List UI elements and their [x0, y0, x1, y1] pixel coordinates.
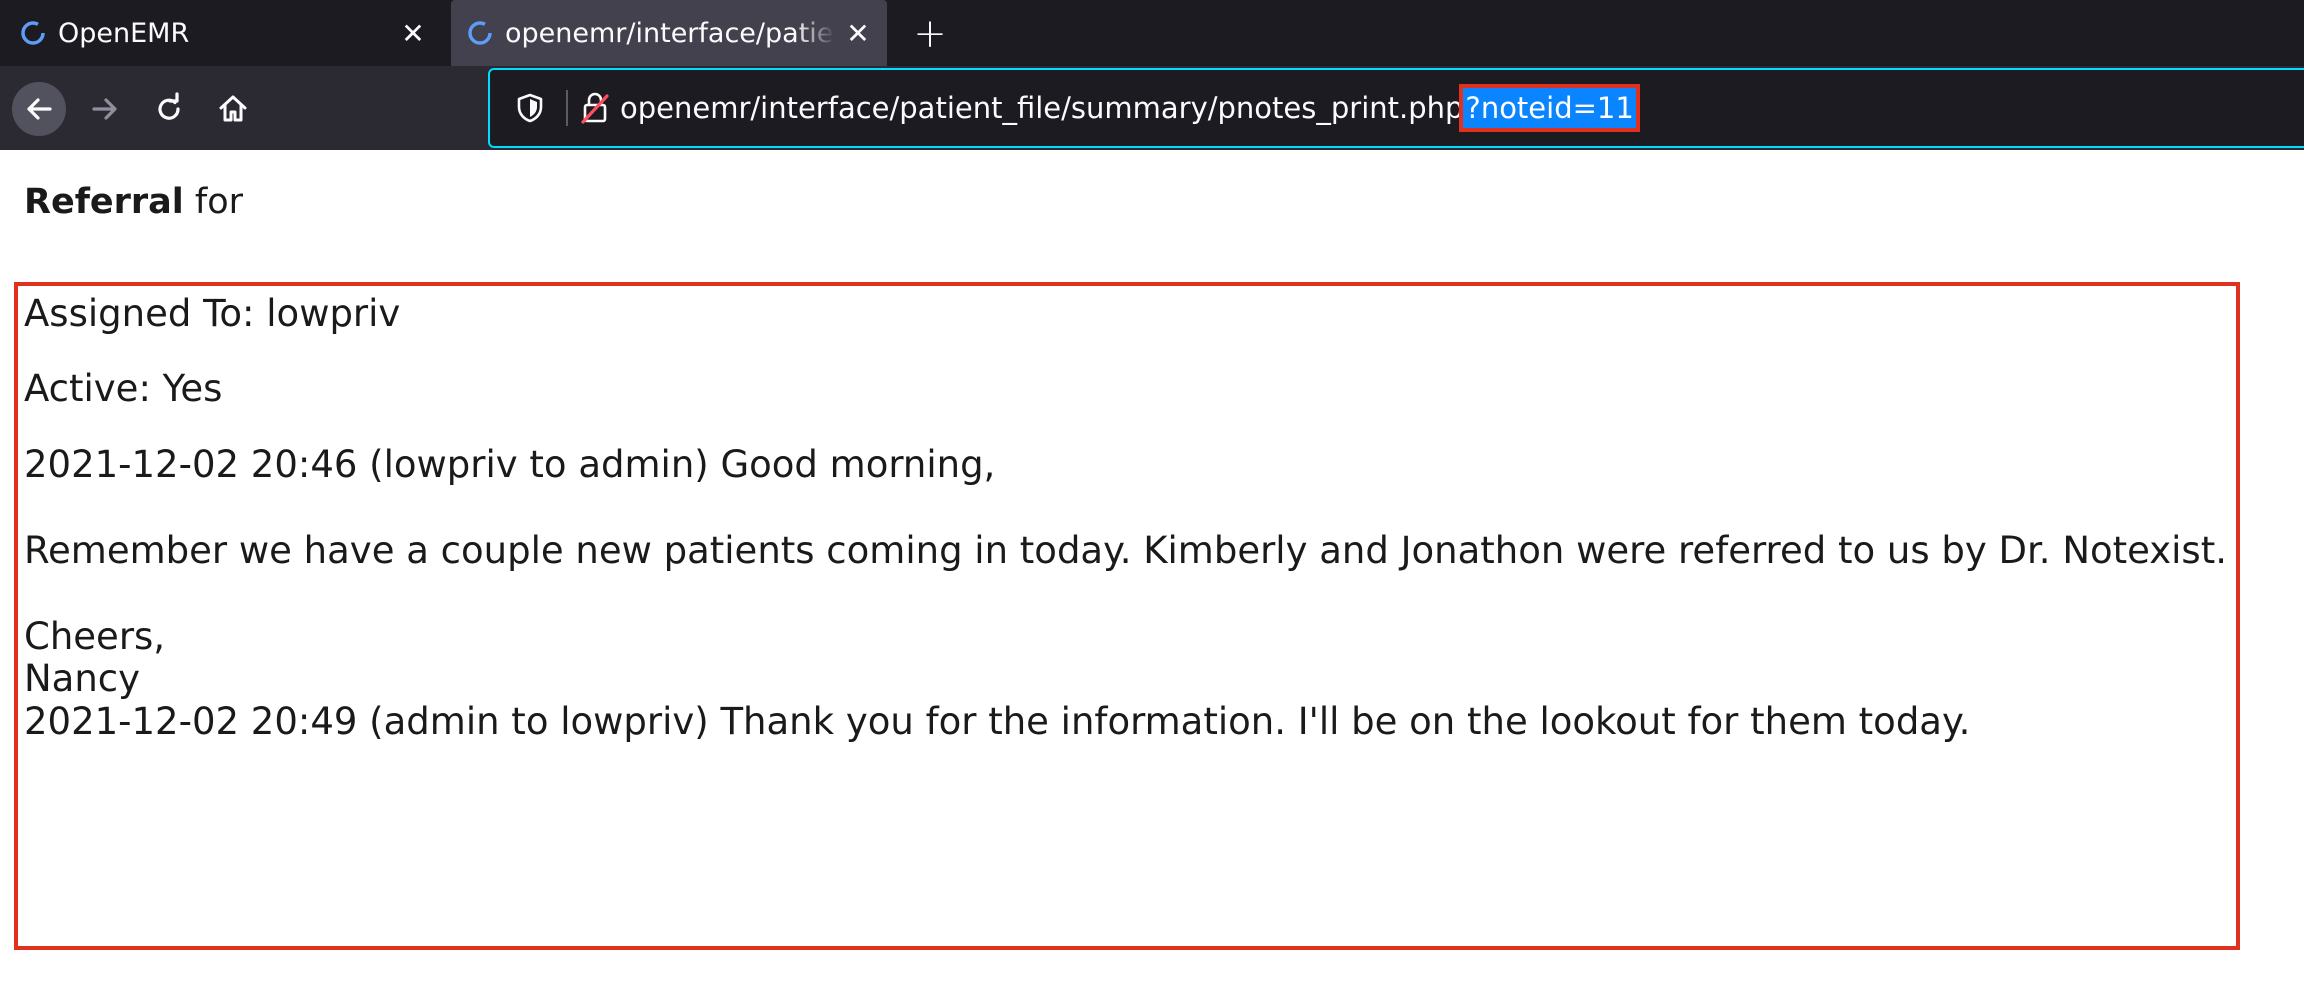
openemr-favicon-icon: [468, 21, 492, 45]
reload-icon: [158, 92, 180, 120]
back-arrow-icon: [27, 98, 52, 120]
tab-bar: OpenEMR ✕ openemr/interface/patient_file…: [0, 0, 2304, 66]
forward-arrow-icon: [92, 98, 117, 120]
address-bar[interactable]: openemr/interface/patient_file/summary/p…: [488, 68, 2304, 148]
forward-button[interactable]: [78, 82, 132, 136]
url-text[interactable]: openemr/interface/patient_file/summary/p…: [620, 84, 1640, 132]
heading-suffix: for: [183, 182, 244, 222]
tab-pnotes-print[interactable]: openemr/interface/patient_file/summary/p…: [451, 0, 887, 66]
tracking-protection-shield-icon[interactable]: [514, 92, 546, 124]
active-status: Active: Yes: [24, 367, 223, 410]
insecure-connection-lock-icon[interactable]: [578, 90, 612, 126]
address-bar-separator: [566, 90, 568, 126]
close-tab-icon[interactable]: ✕: [394, 14, 432, 52]
tab-openemr[interactable]: OpenEMR ✕: [0, 0, 448, 66]
reload-button[interactable]: [142, 82, 196, 136]
note-highlight-box: [14, 282, 2240, 950]
close-tab-icon[interactable]: ✕: [839, 14, 877, 52]
openemr-favicon-icon: [21, 21, 45, 45]
tab-title: OpenEMR: [58, 17, 190, 49]
back-button[interactable]: [12, 82, 66, 136]
home-button[interactable]: [206, 82, 260, 136]
note-type: Referral: [24, 182, 184, 222]
url-base: openemr/interface/patient_file/summary/p…: [620, 91, 1464, 125]
home-icon: [219, 95, 247, 122]
reply-message: 2021-12-02 20:49 (admin to lowpriv) Than…: [24, 700, 1971, 743]
message-signoff: Cheers,: [24, 615, 166, 658]
message-body: Remember we have a couple new patients c…: [24, 529, 2227, 572]
assigned-to: Assigned To: lowpriv: [24, 292, 401, 335]
page-content: Referral for Assigned To: lowpriv Active…: [0, 150, 2304, 996]
message-signature: Nancy: [24, 657, 141, 700]
tab-title: openemr/interface/patient_file/summary/p…: [505, 17, 835, 49]
page-heading: Referral for: [24, 178, 243, 226]
message-header: 2021-12-02 20:46 (lowpriv to admin) Good…: [24, 443, 996, 486]
new-tab-button[interactable]: +: [908, 11, 952, 57]
url-query-selection: ?noteid=11: [1459, 84, 1640, 132]
